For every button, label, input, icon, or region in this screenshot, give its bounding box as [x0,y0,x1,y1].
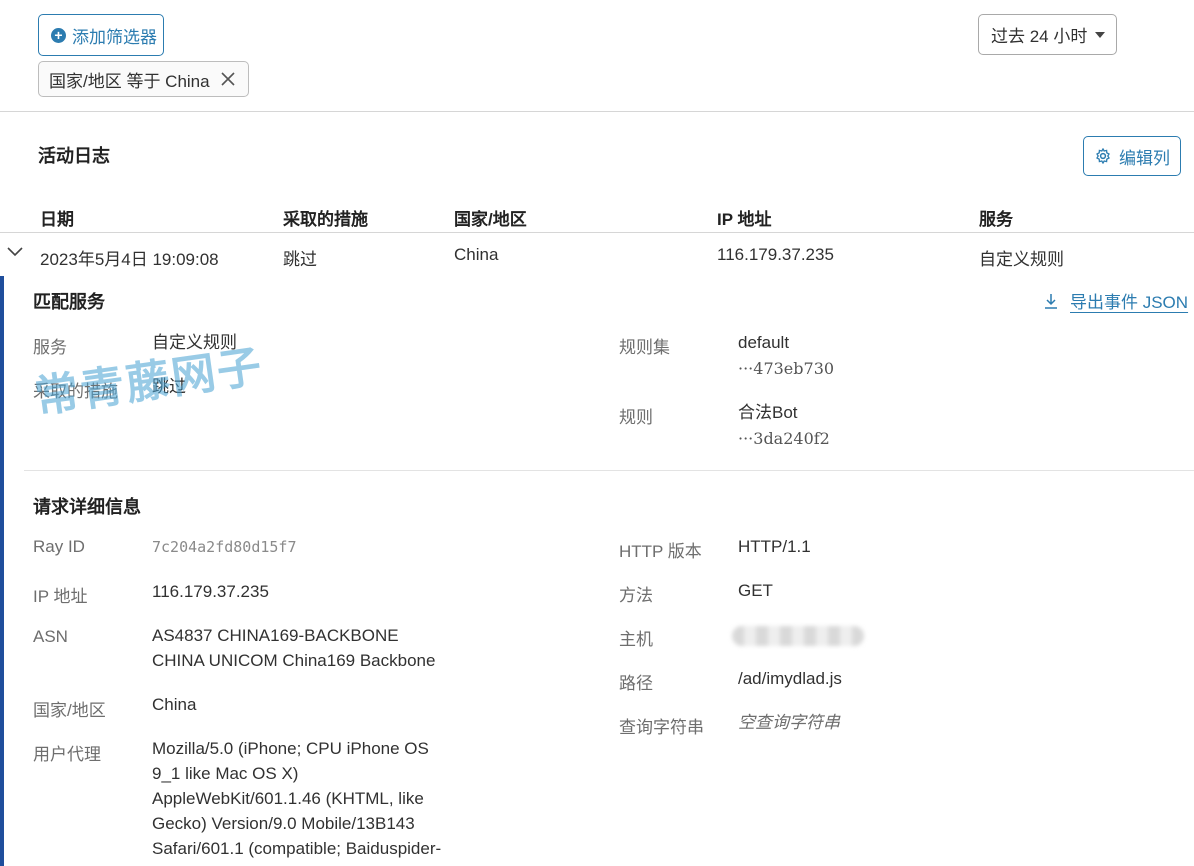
rule-label: 规则 [619,408,653,427]
add-filter-label: 添加筛选器 [72,27,157,47]
table-header-divider [0,232,1194,233]
query-value: 空查询字符串 [738,713,840,732]
edit-columns-button[interactable]: 编辑列 [1083,136,1181,176]
user-agent-line: AppleWebKit/601.1.46 (KHTML, like [152,789,424,808]
row-action: 跳过 [283,250,317,269]
filter-chip[interactable]: 国家/地区 等于 China [38,61,249,97]
action-value: 跳过 [152,377,186,396]
user-agent-line: Safari/601.1 (compatible; Baiduspider- [152,839,442,858]
column-header-date[interactable]: 日期 [40,205,74,230]
query-label: 查询字符串 [619,718,704,737]
user-agent-label: 用户代理 [33,745,101,764]
column-header-ip[interactable]: IP 地址 [717,205,771,230]
method-label: 方法 [619,586,653,605]
service-label: 服务 [33,338,67,357]
chevron-down-icon [1095,31,1106,38]
country-value: China [152,695,197,714]
plus-circle-icon: + [51,27,66,43]
divider [0,111,1194,112]
expanded-row-indicator [0,276,4,866]
user-agent-line: 9_1 like Mac OS X) [152,764,299,783]
filter-chip-label: 国家/地区 等于 China [49,71,210,91]
row-service: 自定义规则 [979,250,1064,269]
http-version-value: HTTP/1.1 [738,537,811,556]
path-value: /ad/imydlad.js [738,669,842,688]
column-header-country[interactable]: 国家/地区 [454,205,527,230]
export-json-label: 导出事件 JSON [1070,293,1189,312]
user-agent-line: Mozilla/5.0 (iPhone; CPU iPhone OS [152,739,429,758]
row-date: 2023年5月4日 19:09:08 [40,250,219,269]
ip-value: 116.179.37.235 [152,582,269,601]
rule-id[interactable]: ···3da240f2 [738,426,830,451]
row-country: China [454,245,499,264]
host-label: 主机 [619,630,653,649]
time-range-value: 过去 24 小时 [991,27,1088,46]
edit-columns-label: 编辑列 [1119,148,1170,168]
rule-name: 合法Bot [738,403,798,422]
path-label: 路径 [619,674,653,693]
matched-service-title: 匹配服务 [33,292,105,312]
ruleset-name: default [738,333,790,352]
country-label: 国家/地区 [33,701,106,720]
host-value-redacted [732,626,864,646]
ray-id-value[interactable]: 7c204a2fd80d15f7 [152,535,297,560]
asn-line-2: CHINA UNICOM China169 Backbone [152,651,436,670]
column-header-action[interactable]: 采取的措施 [283,205,368,230]
asn-label: ASN [33,627,68,646]
asn-line-1: AS4837 CHINA169-BACKBONE [152,626,399,645]
chevron-down-icon[interactable] [7,246,23,258]
row-ip: 116.179.37.235 [717,245,834,264]
section-divider [24,470,1194,471]
ruleset-id[interactable]: ···473eb730 [738,356,834,381]
time-range-select[interactable]: 过去 24 小时 [978,14,1117,55]
download-icon [1044,293,1058,309]
activity-log-title: 活动日志 [38,146,110,166]
service-value: 自定义规则 [152,333,237,352]
method-value: GET [738,581,773,600]
gear-icon [1095,148,1111,164]
add-filter-button[interactable]: + 添加筛选器 [38,14,164,56]
export-json-link[interactable]: 导出事件 JSON [1044,288,1188,313]
http-version-label: HTTP 版本 [619,542,702,561]
ip-label: IP 地址 [33,587,88,606]
ray-id-label: Ray ID [33,537,85,556]
column-header-service[interactable]: 服务 [979,205,1013,230]
user-agent-line: Gecko) Version/9.0 Mobile/13B143 [152,814,415,833]
request-details-title: 请求详细信息 [33,497,141,517]
ruleset-label: 规则集 [619,338,670,357]
action-label: 采取的措施 [33,382,118,401]
close-icon[interactable] [220,71,236,87]
